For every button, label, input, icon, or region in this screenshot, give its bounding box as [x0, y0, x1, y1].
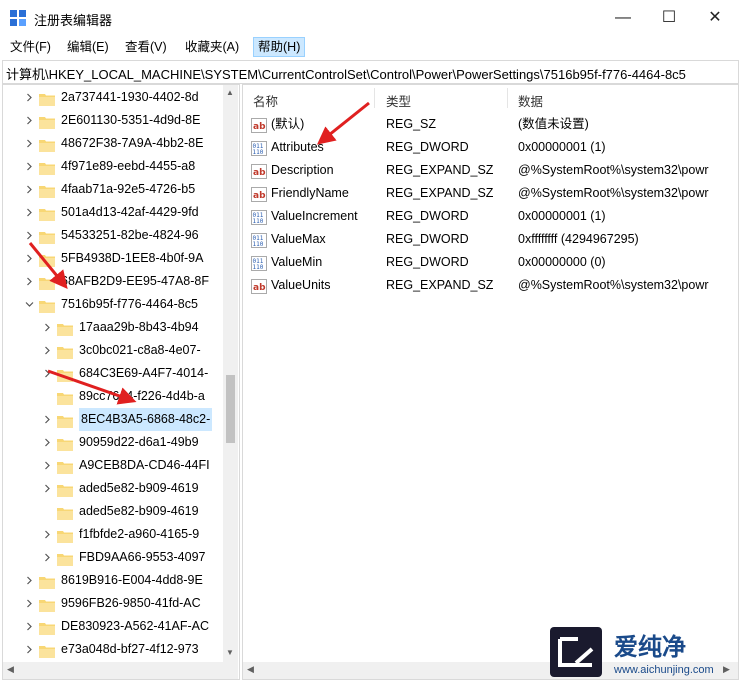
annotation-arrows — [28, 101, 370, 405]
watermark-logo: 爱纯净 www.aichunjing.com — [548, 625, 736, 680]
arrow-to-selected-key — [47, 369, 137, 405]
arrow-to-parent-key — [28, 242, 68, 289]
watermark-brand: 爱纯净 — [614, 633, 686, 661]
watermark-url: www.aichunjing.com — [613, 664, 714, 676]
watermark-graphic: 爱纯净 www.aichunjing.com — [550, 627, 714, 677]
arrow-to-attributes — [316, 101, 370, 145]
